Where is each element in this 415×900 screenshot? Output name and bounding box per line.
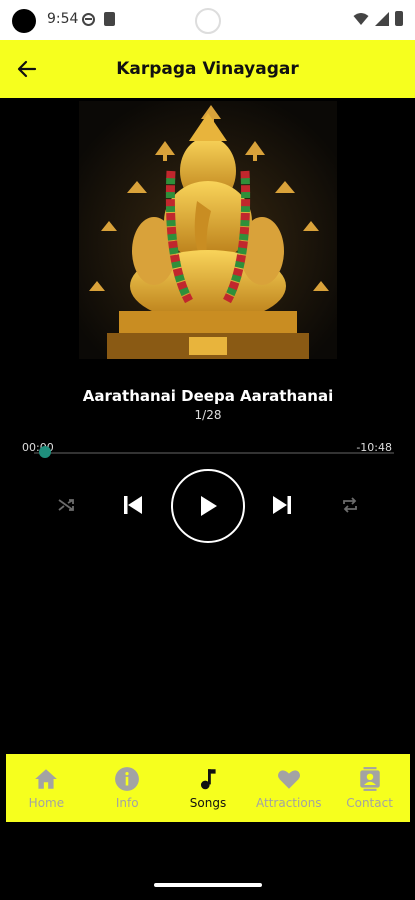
contact-card-icon [359, 767, 380, 791]
music-player: Aarathanai Deepa Aarathanai 1/28 00:00 -… [6, 98, 410, 754]
status-time: 9:54 [47, 11, 79, 27]
playback-controls [6, 466, 410, 544]
page-title: Karpaga Vinayagar [116, 59, 299, 79]
nav-home[interactable]: Home [6, 754, 87, 822]
song-title: Aarathanai Deepa Aarathanai [82, 387, 334, 405]
wifi-icon [353, 12, 369, 25]
nav-contact-label: Contact [346, 796, 393, 810]
seek-thumb[interactable] [38, 446, 51, 458]
skip-next-icon [273, 496, 291, 514]
album-art [79, 101, 337, 359]
shuffle-button[interactable] [54, 493, 78, 517]
nav-attractions-label: Attractions [256, 796, 322, 810]
home-indicator[interactable] [154, 883, 262, 887]
heart-icon [277, 770, 300, 789]
sim-icon [104, 12, 115, 26]
bottom-navigation: Home Info Songs Attractions Contact [6, 754, 410, 822]
front-camera [195, 8, 221, 34]
signal-icon [375, 11, 389, 26]
info-icon [115, 767, 140, 791]
nav-songs[interactable]: Songs [168, 754, 249, 822]
music-note-icon [200, 769, 216, 790]
skip-previous-icon [124, 496, 142, 514]
home-icon [35, 769, 58, 789]
nav-info[interactable]: Info [87, 754, 168, 822]
battery-icon [395, 11, 403, 26]
status-bar: 9:54 [0, 0, 415, 40]
previous-button[interactable] [119, 491, 147, 519]
next-button[interactable] [268, 491, 296, 519]
track-position: 1/28 [194, 408, 222, 422]
nav-contact[interactable]: Contact [329, 754, 410, 822]
app-bar: Karpaga Vinayagar [0, 40, 415, 98]
dnd-icon [82, 13, 95, 26]
shuffle-icon [58, 499, 74, 511]
nav-info-label: Info [115, 796, 139, 810]
seek-bar[interactable] [34, 452, 394, 454]
play-icon [201, 496, 217, 516]
repeat-icon [343, 497, 357, 513]
repeat-button[interactable] [338, 493, 362, 517]
nav-attractions[interactable]: Attractions [248, 754, 329, 822]
play-button[interactable] [171, 469, 245, 543]
nav-songs-label: Songs [189, 796, 227, 810]
nav-home-label: Home [28, 796, 65, 810]
camera-cutout [12, 9, 36, 33]
